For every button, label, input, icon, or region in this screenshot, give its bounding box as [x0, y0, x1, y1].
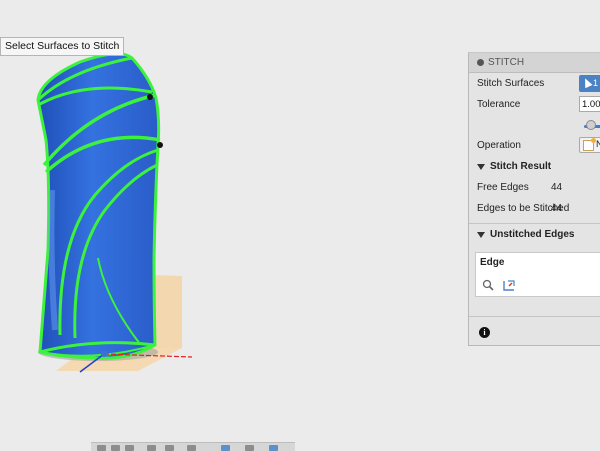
- edge-select-icon[interactable]: [503, 279, 516, 291]
- free-edges-row: Free Edges 44: [469, 177, 600, 198]
- free-edges-label: Free Edges: [477, 182, 529, 193]
- tolerance-row: Tolerance: [469, 94, 600, 115]
- zoom-icon[interactable]: [147, 445, 156, 451]
- edges-to-stitch-value: 44: [551, 203, 563, 214]
- panel-footer: i: [469, 316, 600, 345]
- selection-count: 1: [593, 78, 599, 88]
- operation-dropdown[interactable]: N: [579, 137, 600, 153]
- edge-point[interactable]: [147, 94, 153, 100]
- new-body-icon: [583, 138, 596, 151]
- edge-column-header: Edge: [480, 257, 505, 268]
- operation-value: N: [596, 138, 600, 152]
- grid-icon[interactable]: [245, 445, 254, 451]
- tolerance-input[interactable]: [579, 96, 600, 112]
- tolerance-slider[interactable]: [469, 115, 600, 135]
- magnify-icon[interactable]: [482, 279, 494, 291]
- unstitched-edges-list[interactable]: Edge: [475, 252, 600, 297]
- triangle-down-icon: [477, 231, 485, 238]
- viewports-icon[interactable]: [269, 445, 278, 451]
- operation-row: Operation N: [469, 135, 600, 156]
- tooltip: Select Surfaces to Stitch: [0, 37, 125, 56]
- unstitched-edges-header[interactable]: Unstitched Edges: [469, 224, 600, 245]
- panel-title: STITCH: [488, 57, 525, 68]
- edges-to-stitch-row: Edges to be Stitched 44: [469, 198, 600, 219]
- operation-label: Operation: [477, 140, 521, 151]
- look-at-icon[interactable]: [111, 445, 120, 451]
- fit-icon[interactable]: [165, 445, 174, 451]
- stitch-surfaces-row: Stitch Surfaces 1: [469, 73, 600, 94]
- tolerance-label: Tolerance: [477, 99, 521, 110]
- stitch-surfaces-selector[interactable]: 1: [579, 75, 600, 92]
- slider-thumb[interactable]: [586, 120, 596, 130]
- panel-header[interactable]: STITCH: [469, 53, 600, 73]
- stitch-panel: STITCH Stitch Surfaces 1 Tolerance Opera…: [468, 52, 600, 346]
- orbit-icon[interactable]: [97, 445, 106, 451]
- stitch-surfaces-label: Stitch Surfaces: [477, 78, 545, 89]
- collapse-dot-icon[interactable]: [477, 59, 484, 66]
- info-icon[interactable]: i: [479, 327, 490, 338]
- cursor-arrow-icon: [581, 76, 593, 89]
- display-settings-icon[interactable]: [187, 445, 196, 451]
- stitch-result-header[interactable]: Stitch Result: [469, 156, 600, 177]
- free-edges-value: 44: [551, 182, 563, 193]
- edge-point[interactable]: [157, 142, 163, 148]
- stitch-surface-body[interactable]: [36, 52, 161, 360]
- pan-icon[interactable]: [125, 445, 134, 451]
- visual-style-icon[interactable]: [221, 445, 230, 451]
- stitch-result-title: Stitch Result: [490, 161, 552, 172]
- unstitched-edges-title: Unstitched Edges: [490, 229, 575, 240]
- triangle-down-icon: [477, 163, 485, 170]
